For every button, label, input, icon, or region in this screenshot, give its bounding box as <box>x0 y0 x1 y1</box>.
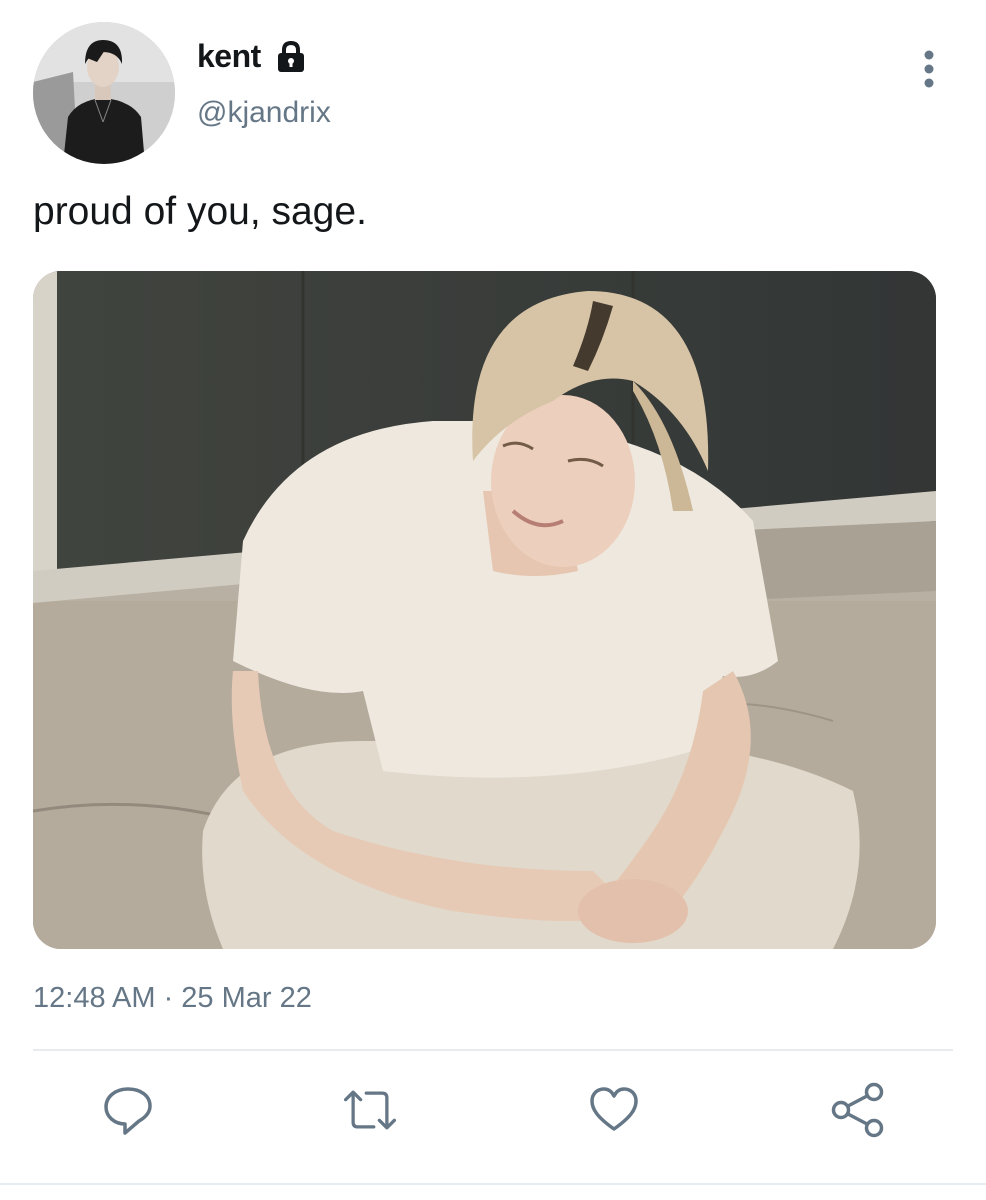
vertical-dots-icon <box>924 50 934 88</box>
avatar[interactable] <box>33 22 175 164</box>
handle[interactable]: @kjandrix <box>197 96 331 130</box>
avatar-photo <box>33 22 175 164</box>
share-icon <box>831 1082 884 1138</box>
tweet-text: proud of you, sage. <box>33 190 367 233</box>
retweet-button[interactable] <box>340 1080 400 1140</box>
like-button[interactable] <box>584 1080 644 1140</box>
display-name[interactable]: kent <box>197 38 261 75</box>
comment-icon <box>104 1087 152 1135</box>
retweet-icon <box>343 1090 397 1130</box>
tweet-timestamp[interactable]: 12:48 AM · 25 Mar 22 <box>33 982 312 1015</box>
share-button[interactable] <box>828 1080 888 1140</box>
tweet-photo[interactable] <box>33 271 936 949</box>
tweet-detail: kent @kjandrix proud of you, sage. 12:48… <box>0 0 986 1200</box>
divider <box>33 1049 953 1051</box>
photo-image <box>33 271 936 949</box>
bottom-divider <box>0 1183 986 1185</box>
heart-icon <box>590 1087 638 1131</box>
author-name-row: kent <box>197 38 307 75</box>
reply-button[interactable] <box>98 1080 158 1140</box>
action-bar <box>0 1080 986 1150</box>
lock-icon <box>275 40 307 74</box>
more-options-button[interactable] <box>914 48 944 90</box>
